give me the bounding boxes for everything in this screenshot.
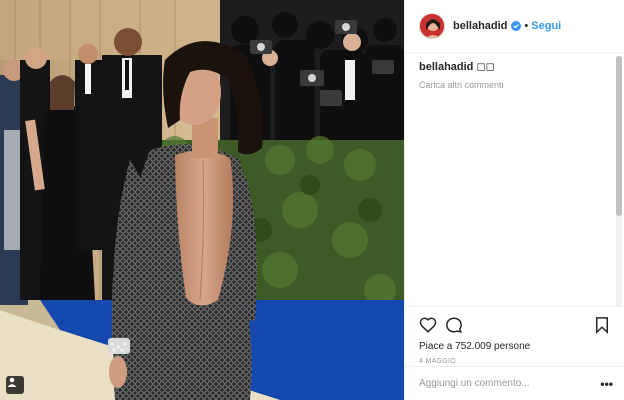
user-tag-button[interactable]	[6, 376, 24, 394]
comments-scrollbar[interactable]	[616, 56, 622, 306]
more-options-button[interactable]: •••	[600, 377, 613, 391]
avatar[interactable]	[419, 13, 445, 39]
header-username[interactable]: bellahadid	[453, 20, 507, 32]
caption: bellahadid ◻◻	[419, 60, 602, 73]
caption-username[interactable]: bellahadid	[419, 61, 473, 73]
comment-input[interactable]	[419, 378, 601, 389]
post-image	[0, 0, 404, 400]
bookmark-icon[interactable]	[593, 316, 611, 334]
action-bar	[419, 315, 611, 335]
person-tag-icon	[7, 377, 17, 387]
scrollbar-thumb[interactable]	[616, 56, 622, 216]
post-photo[interactable]	[0, 0, 404, 400]
verified-badge-icon	[511, 21, 522, 31]
post-header: bellahadid • Segui	[405, 0, 624, 53]
avatar-image	[420, 14, 444, 38]
post-sidebar: bellahadid • Segui bellahadid ◻◻ Carica …	[404, 0, 624, 400]
speech-bubble-icon[interactable]	[445, 316, 463, 334]
load-more-comments-link[interactable]: Carica altri commenti	[419, 80, 602, 90]
follow-button[interactable]: Segui	[531, 20, 561, 32]
heart-icon[interactable]	[419, 316, 437, 334]
comments-section: bellahadid ◻◻ Carica altri commenti	[419, 60, 602, 90]
post-footer: Piace a 752.009 persone 4 MAGGIO	[405, 306, 624, 365]
add-comment-bar: •••	[405, 366, 624, 400]
caption-text: ◻◻	[476, 61, 495, 73]
likes-count[interactable]: Piace a 752.009 persone	[419, 341, 611, 352]
post-date: 4 MAGGIO	[419, 358, 457, 365]
separator-dot: •	[524, 20, 529, 32]
